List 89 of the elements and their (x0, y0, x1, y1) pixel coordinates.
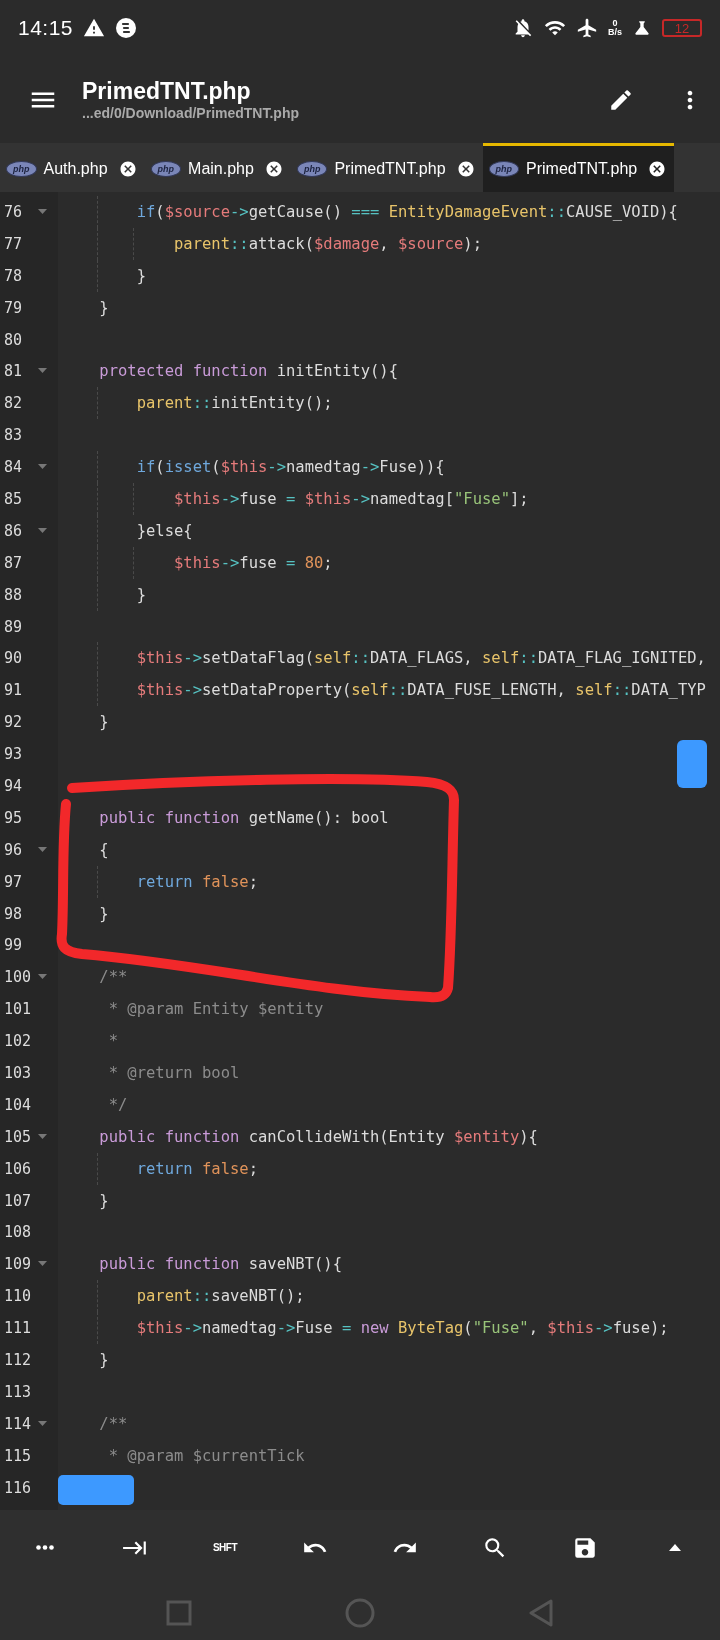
line-number: 86 (4, 521, 24, 540)
code-line: if($source->getCause() === EntityDamageEvent::CAUSE_VOID){ (135, 202, 678, 221)
code-line: }else{ (135, 521, 193, 540)
line-number: 103 (4, 1064, 33, 1082)
net-speed-unit: B/s (608, 28, 622, 37)
code-line: } (98, 1191, 109, 1210)
tab-label: PrimedTNT.php (334, 160, 446, 178)
line-number: 80 (4, 330, 24, 349)
code-line: * @param Entity $entity (107, 1000, 324, 1019)
code-line: } (135, 585, 146, 604)
line-number: 87 (4, 553, 24, 572)
net-speed-value: 0 (612, 19, 618, 28)
battery-indicator: 12 (662, 19, 702, 37)
line-number: 78 (4, 266, 24, 285)
line-number: 110 (4, 1287, 33, 1306)
code-line: return false; (135, 1159, 258, 1178)
line-number: 89 (4, 617, 24, 636)
php-badge: php (6, 161, 37, 177)
code-line: * @param $currentTick (107, 1446, 305, 1465)
code-line: } (98, 904, 109, 923)
line-number: 77 (4, 234, 24, 253)
code-line: $this->setDataFlag(self::DATA_FLAGS, self::DATA_FLAG_IGNITED, (135, 649, 706, 668)
line-number: 100 (4, 968, 33, 987)
line-number: 85 (4, 489, 24, 508)
line-number: 102 (4, 1032, 33, 1051)
line-number: 107 (4, 1191, 33, 1210)
line-number: 94 (4, 776, 24, 795)
line-number: 104 (4, 1095, 33, 1114)
line-number: 76 (4, 202, 24, 221)
code-line: $this->namedtag->Fuse = new ByteTag("Fuse", $this->fuse); (135, 1319, 669, 1338)
line-number: 101 (4, 1000, 33, 1019)
code-line: } (98, 713, 109, 732)
code-line: $this->fuse = $this->namedtag["Fuse"]; (172, 489, 529, 508)
code-line: public function canCollideWith(Entity $entity){ (98, 1127, 538, 1146)
tab-label: Auth.php (43, 160, 108, 178)
code-line: * (107, 1032, 118, 1051)
line-number: 84 (4, 458, 24, 477)
tab-label: Main.php (188, 160, 254, 178)
line-number: 88 (4, 585, 24, 604)
line-number: 105 (4, 1127, 33, 1146)
code-line: /** (98, 1414, 128, 1433)
code-line: protected function initEntity(){ (98, 362, 398, 381)
code-line: */ (107, 1095, 128, 1114)
line-number: 111 (4, 1319, 33, 1338)
file-title: PrimedTNT.php (82, 78, 252, 105)
line-number: 90 (4, 649, 24, 668)
line-number: 99 (4, 936, 24, 955)
tab-label: PrimedTNT.php (526, 160, 638, 178)
code-line: return false; (135, 872, 258, 891)
file-tab[interactable]: php PrimedTNT.php (482, 143, 675, 192)
code-line: parent::attack($damage, $source); (172, 234, 482, 253)
code-line: /** (98, 968, 128, 987)
code-line: $this->fuse = 80; (172, 553, 333, 572)
code-line: } (98, 1351, 109, 1369)
code-line: } (135, 266, 146, 285)
line-number: 95 (4, 808, 24, 827)
code-line: * @return bool (107, 1064, 240, 1082)
line-number: 81 (4, 362, 24, 381)
line-number: 109 (4, 1255, 33, 1274)
line-number: 97 (4, 872, 24, 891)
line-number: 79 (4, 298, 24, 317)
line-number: 82 (4, 394, 24, 413)
code-line: parent::saveNBT(); (135, 1287, 305, 1306)
code-line: if(isset($this->namedtag->Fuse)){ (135, 458, 445, 477)
line-number: 112 (4, 1351, 33, 1369)
php-badge: php (296, 161, 328, 177)
php-badge: php (150, 161, 182, 177)
line-number: 114 (4, 1414, 33, 1433)
php-badge: php (488, 161, 520, 177)
shift-key[interactable]: SHFT (195, 1522, 255, 1573)
line-number: 98 (4, 904, 24, 923)
line-number: 83 (4, 426, 24, 445)
code-line: $this->setDataProperty(self::DATA_FUSE_LENGTH, self::DATA_TYP (135, 681, 706, 700)
line-number: 115 (4, 1446, 33, 1465)
code-line: { (98, 840, 109, 859)
file-path: ...ed/0/Download/PrimedTNT.php (82, 105, 299, 121)
code-line: } (98, 298, 109, 317)
line-number: 92 (4, 713, 24, 732)
line-number: 93 (4, 745, 24, 764)
status-time: 14:15 (18, 16, 74, 40)
code-line: public function saveNBT(){ (98, 1255, 342, 1274)
line-number: 113 (4, 1382, 33, 1401)
line-number: 108 (4, 1223, 33, 1242)
code-line: public function getName(): bool (98, 808, 389, 827)
line-number: 96 (4, 840, 24, 859)
code-line: parent::initEntity(); (135, 394, 333, 413)
line-number: 91 (4, 681, 24, 700)
line-number: 106 (4, 1159, 33, 1178)
line-number: 116 (4, 1478, 33, 1497)
